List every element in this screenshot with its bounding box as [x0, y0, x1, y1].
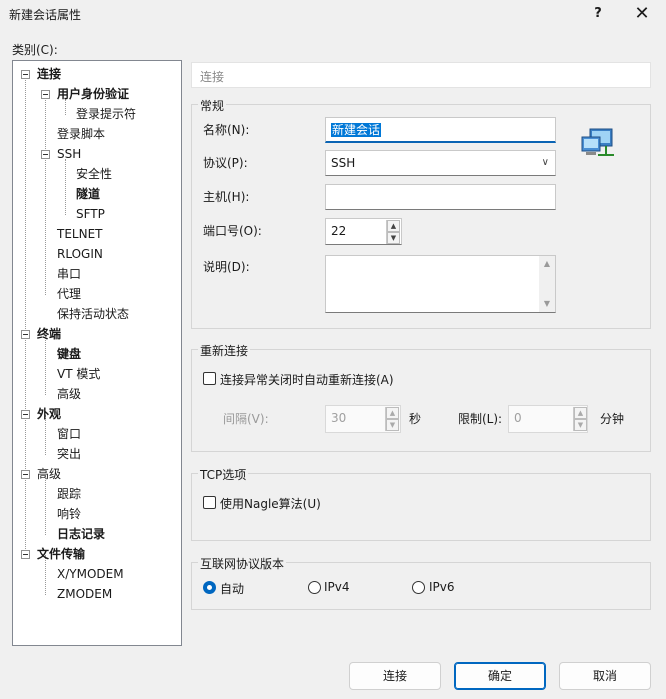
ip-auto-label[interactable]: 自动: [220, 580, 244, 597]
scroll-up-icon[interactable]: ▲: [539, 256, 555, 272]
host-input[interactable]: [325, 184, 556, 210]
interval-spinner[interactable]: ▲ ▼: [385, 407, 399, 431]
nagle-checkbox[interactable]: [203, 496, 216, 509]
protocol-select[interactable]: SSH ∨: [325, 150, 556, 176]
auto-reconnect-checkbox[interactable]: [203, 372, 216, 385]
ip-auto-radio[interactable]: [203, 581, 216, 594]
network-icon: [581, 128, 614, 156]
collapse-toggle[interactable]: [21, 70, 30, 79]
port-value: 22: [331, 224, 347, 238]
ip-v4-radio[interactable]: [308, 581, 321, 594]
title-bar: 新建会话属性 ? ✕: [0, 0, 666, 30]
tree-item-trace[interactable]: 跟踪: [57, 486, 81, 502]
tree-item-serial[interactable]: 串口: [57, 266, 81, 282]
tree-item-auth[interactable]: 用户身份验证: [57, 86, 129, 102]
collapse-toggle[interactable]: [41, 90, 50, 99]
collapse-toggle[interactable]: [21, 330, 30, 339]
limit-value: 0: [514, 411, 522, 425]
auto-reconnect-label[interactable]: 连接异常关闭时自动重新连接(A): [220, 371, 394, 388]
ip-v4-label[interactable]: IPv4: [324, 580, 350, 594]
host-label: 主机(H):: [203, 190, 250, 204]
interval-unit: 秒: [409, 412, 422, 426]
port-label: 端口号(O):: [203, 224, 262, 238]
desc-label: 说明(D):: [203, 260, 250, 274]
help-button[interactable]: ?: [588, 4, 608, 24]
ip-v6-radio[interactable]: [412, 581, 425, 594]
close-button[interactable]: ✕: [630, 3, 654, 25]
tree-item-login-script[interactable]: 登录脚本: [57, 126, 105, 142]
spin-up-icon[interactable]: ▲: [386, 407, 399, 419]
tree-connector: [45, 95, 46, 295]
tree-item-ssh[interactable]: SSH: [57, 146, 81, 162]
connect-button[interactable]: 连接: [349, 662, 441, 690]
nagle-label[interactable]: 使用Nagle算法(U): [220, 495, 321, 512]
name-label: 名称(N):: [203, 123, 250, 137]
name-input[interactable]: 新建会话: [325, 117, 556, 143]
tree-item-highlight[interactable]: 突出: [57, 446, 81, 462]
tree-item-connection[interactable]: 连接: [37, 66, 61, 82]
tree-item-logging[interactable]: 日志记录: [57, 526, 105, 542]
tree-item-proxy[interactable]: 代理: [57, 286, 81, 302]
tree-connector: [45, 475, 46, 535]
tree-item-keepalive[interactable]: 保持活动状态: [57, 306, 129, 322]
interval-value: 30: [331, 411, 347, 425]
category-tree[interactable]: 连接 用户身份验证 登录提示符 登录脚本 SSH 安全性 隧道 SFTP TEL…: [12, 60, 182, 646]
section-header: 连接: [191, 62, 651, 88]
spin-up-icon[interactable]: ▲: [387, 220, 400, 232]
description-scrollbar[interactable]: ▲ ▼: [539, 256, 555, 312]
interval-label: 间隔(V):: [223, 412, 269, 426]
general-group-title: 常规: [198, 97, 227, 114]
tree-item-terminal[interactable]: 终端: [37, 326, 61, 342]
limit-label: 限制(L):: [458, 412, 503, 426]
scroll-down-icon[interactable]: ▼: [539, 296, 555, 312]
collapse-toggle[interactable]: [21, 410, 30, 419]
tree-item-zmodem[interactable]: ZMODEM: [57, 586, 112, 602]
tree-item-keyboard[interactable]: 键盘: [57, 346, 81, 362]
tcp-group-title: TCP选项: [198, 466, 249, 483]
spin-up-icon[interactable]: ▲: [574, 407, 587, 419]
window-title: 新建会话属性: [9, 8, 82, 22]
ip-version-group-title: 互联网协议版本: [198, 555, 287, 572]
description-textarea[interactable]: [325, 255, 556, 313]
cancel-button[interactable]: 取消: [559, 662, 651, 690]
tree-connector: [45, 335, 46, 395]
ip-v6-label[interactable]: IPv6: [429, 580, 455, 594]
reconnect-group-title: 重新连接: [198, 342, 251, 359]
collapse-toggle[interactable]: [41, 150, 50, 159]
tree-item-vt-mode[interactable]: VT 模式: [57, 366, 100, 382]
tree-item-rlogin[interactable]: RLOGIN: [57, 246, 103, 262]
name-value: 新建会话: [331, 123, 382, 137]
spin-down-icon[interactable]: ▼: [574, 419, 587, 431]
limit-spinner[interactable]: ▲ ▼: [573, 407, 587, 431]
tree-item-telnet[interactable]: TELNET: [57, 226, 103, 242]
limit-unit: 分钟: [600, 412, 625, 426]
port-spinner[interactable]: ▲ ▼: [386, 220, 400, 244]
tree-connector: [25, 75, 26, 555]
spin-down-icon[interactable]: ▼: [387, 232, 400, 244]
collapse-toggle[interactable]: [21, 470, 30, 479]
tree-item-appearance[interactable]: 外观: [37, 406, 61, 422]
tree-item-bell[interactable]: 响铃: [57, 506, 81, 522]
chevron-down-icon: ∨: [541, 157, 549, 168]
protocol-value: SSH: [331, 156, 356, 170]
tree-item-security[interactable]: 安全性: [76, 166, 112, 182]
tree-item-sftp[interactable]: SFTP: [76, 206, 105, 222]
reconnect-group: [191, 349, 651, 452]
tree-item-window[interactable]: 窗口: [57, 426, 81, 442]
tree-item-login-prompt[interactable]: 登录提示符: [76, 106, 136, 122]
spin-down-icon[interactable]: ▼: [386, 419, 399, 431]
tree-item-tunnel[interactable]: 隧道: [76, 186, 100, 202]
tree-item-xymodem[interactable]: X/YMODEM: [57, 566, 124, 582]
tree-item-terminal-advanced[interactable]: 高级: [57, 386, 81, 402]
tree-item-file-transfer[interactable]: 文件传输: [37, 546, 85, 562]
ok-button[interactable]: 确定: [454, 662, 546, 690]
tree-item-advanced[interactable]: 高级: [37, 466, 61, 482]
category-label: 类别(C):: [12, 43, 58, 57]
tree-connector: [65, 159, 66, 215]
protocol-label: 协议(P):: [203, 156, 248, 170]
collapse-toggle[interactable]: [21, 550, 30, 559]
